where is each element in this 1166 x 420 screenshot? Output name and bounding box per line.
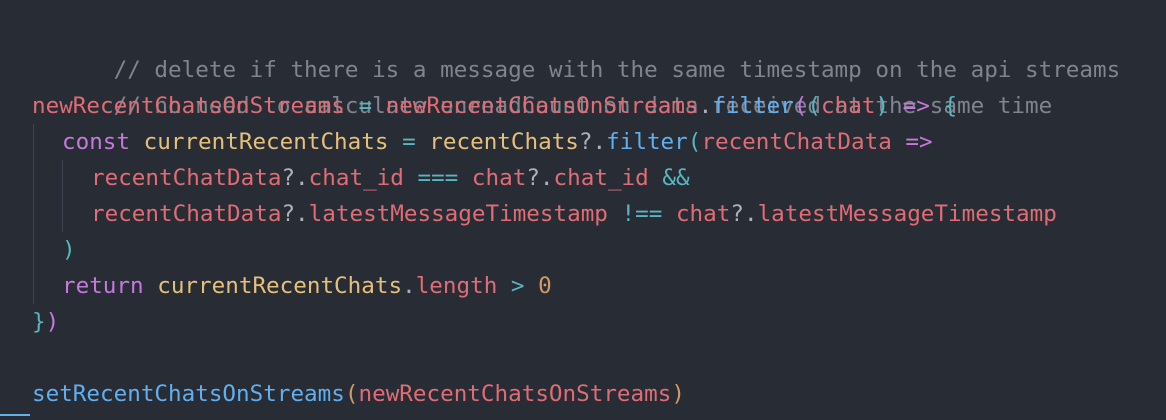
operator-token: !== (607, 201, 676, 227)
property-token: chat_id (308, 165, 404, 191)
code-editor[interactable]: // delete if there is a message with the… (0, 0, 1166, 420)
indent-guide (33, 160, 34, 196)
variable-token: recentChatData (91, 201, 282, 227)
parameter-token: recentChatData (701, 129, 892, 155)
indent-guide (62, 160, 63, 196)
code-line-5: recentChatData?.chat_id === chat?.chat_i… (32, 160, 1166, 196)
indent-guide (62, 196, 63, 232)
code-line-4: const currentRecentChats = recentChats?.… (32, 124, 1166, 160)
code-line-9: }) (32, 304, 1166, 340)
bracket-token: ) (45, 309, 60, 335)
keyword-token: return (62, 273, 144, 299)
property-token: chat_id (553, 165, 649, 191)
method-token: filter (606, 129, 688, 155)
indent-guide (33, 232, 34, 268)
variable-token: recentChatData (91, 165, 282, 191)
punctuation-token: ?. (730, 201, 758, 227)
operator-token: > (497, 273, 539, 299)
variable-token: newRecentChatsOnStreams (385, 93, 699, 119)
punctuation-token: ?. (281, 165, 309, 191)
property-token: latestMessageTimestamp (757, 201, 1057, 227)
punctuation-token: ?. (281, 201, 309, 227)
constant-token: currentRecentChats (143, 273, 403, 299)
code-line-8: return currentRecentChats.length > 0 (32, 268, 1166, 304)
operator-token: = (344, 93, 386, 119)
punctuation-token: . (402, 273, 416, 299)
bracket-token: ( (807, 93, 822, 119)
arrow-token: => (889, 93, 944, 119)
constant-token: currentRecentChats (130, 129, 389, 155)
bracket-token: ( (793, 93, 808, 119)
partial-next-line-marker (0, 414, 30, 420)
code-content[interactable]: // delete if there is a message with the… (32, 16, 1166, 412)
code-line-7: ) (32, 232, 1166, 268)
bracket-token: ) (62, 237, 76, 263)
bracket-token: ( (687, 129, 702, 155)
code-line-1: // delete if there is a message with the… (32, 16, 1166, 83)
brace-token: } (32, 309, 46, 335)
indent-guide (33, 124, 34, 160)
variable-token: chat (471, 165, 527, 191)
code-line-11: setRecentChatsOnStreams(newRecentChatsOn… (32, 376, 1166, 412)
punctuation-token: ?. (526, 165, 554, 191)
code-line-2: // no need to calculate unreadCount on d… (32, 52, 1166, 119)
operator-token: = (388, 129, 430, 155)
operator-token: === (403, 165, 472, 191)
indent-guide (33, 196, 34, 232)
property-token: latestMessageTimestamp (308, 201, 608, 227)
code-line-3: newRecentChatsOnStreams = newRecentChats… (32, 88, 1166, 124)
bracket-token: ) (671, 381, 685, 407)
variable-token: chat (675, 201, 731, 227)
variable-token: newRecentChatsOnStreams (32, 93, 345, 119)
number-token: 0 (538, 273, 552, 299)
indent-guide (33, 268, 34, 304)
variable-token: recentChats (429, 129, 579, 155)
property-token: length (415, 273, 498, 299)
function-token: setRecentChatsOnStreams (32, 381, 345, 407)
bracket-token: ) (875, 93, 890, 119)
method-token: filter (712, 93, 794, 119)
keyword-token: const (62, 129, 131, 155)
arrow-token: => (891, 129, 933, 155)
brace-token: { (943, 93, 958, 119)
variable-token: newRecentChatsOnStreams (358, 381, 672, 407)
punctuation-token: ?. (578, 129, 607, 155)
code-line-6: recentChatData?.latestMessageTimestamp !… (32, 196, 1166, 232)
operator-token: && (648, 165, 690, 191)
punctuation-token: . (698, 93, 713, 119)
parameter-token: chat (821, 93, 876, 119)
bracket-token: ( (344, 381, 359, 407)
